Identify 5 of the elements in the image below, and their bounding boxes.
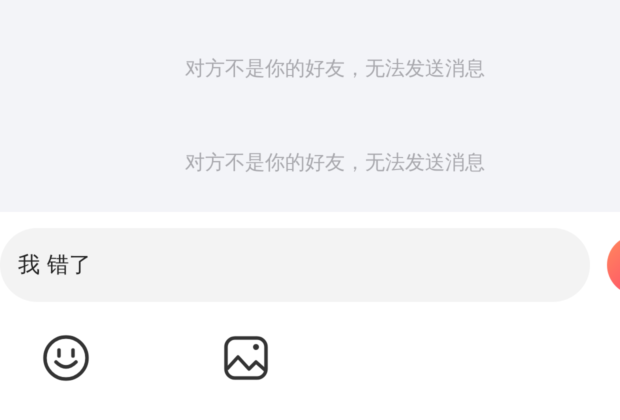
image-icon[interactable] — [224, 336, 268, 380]
system-notice: 对方不是你的好友，无法发送消息 — [184, 150, 485, 174]
smiley-icon[interactable] — [42, 334, 90, 382]
message-input[interactable]: 我 错了 — [0, 228, 590, 302]
system-notice: 对方不是你的好友，无法发送消息 — [184, 56, 485, 80]
